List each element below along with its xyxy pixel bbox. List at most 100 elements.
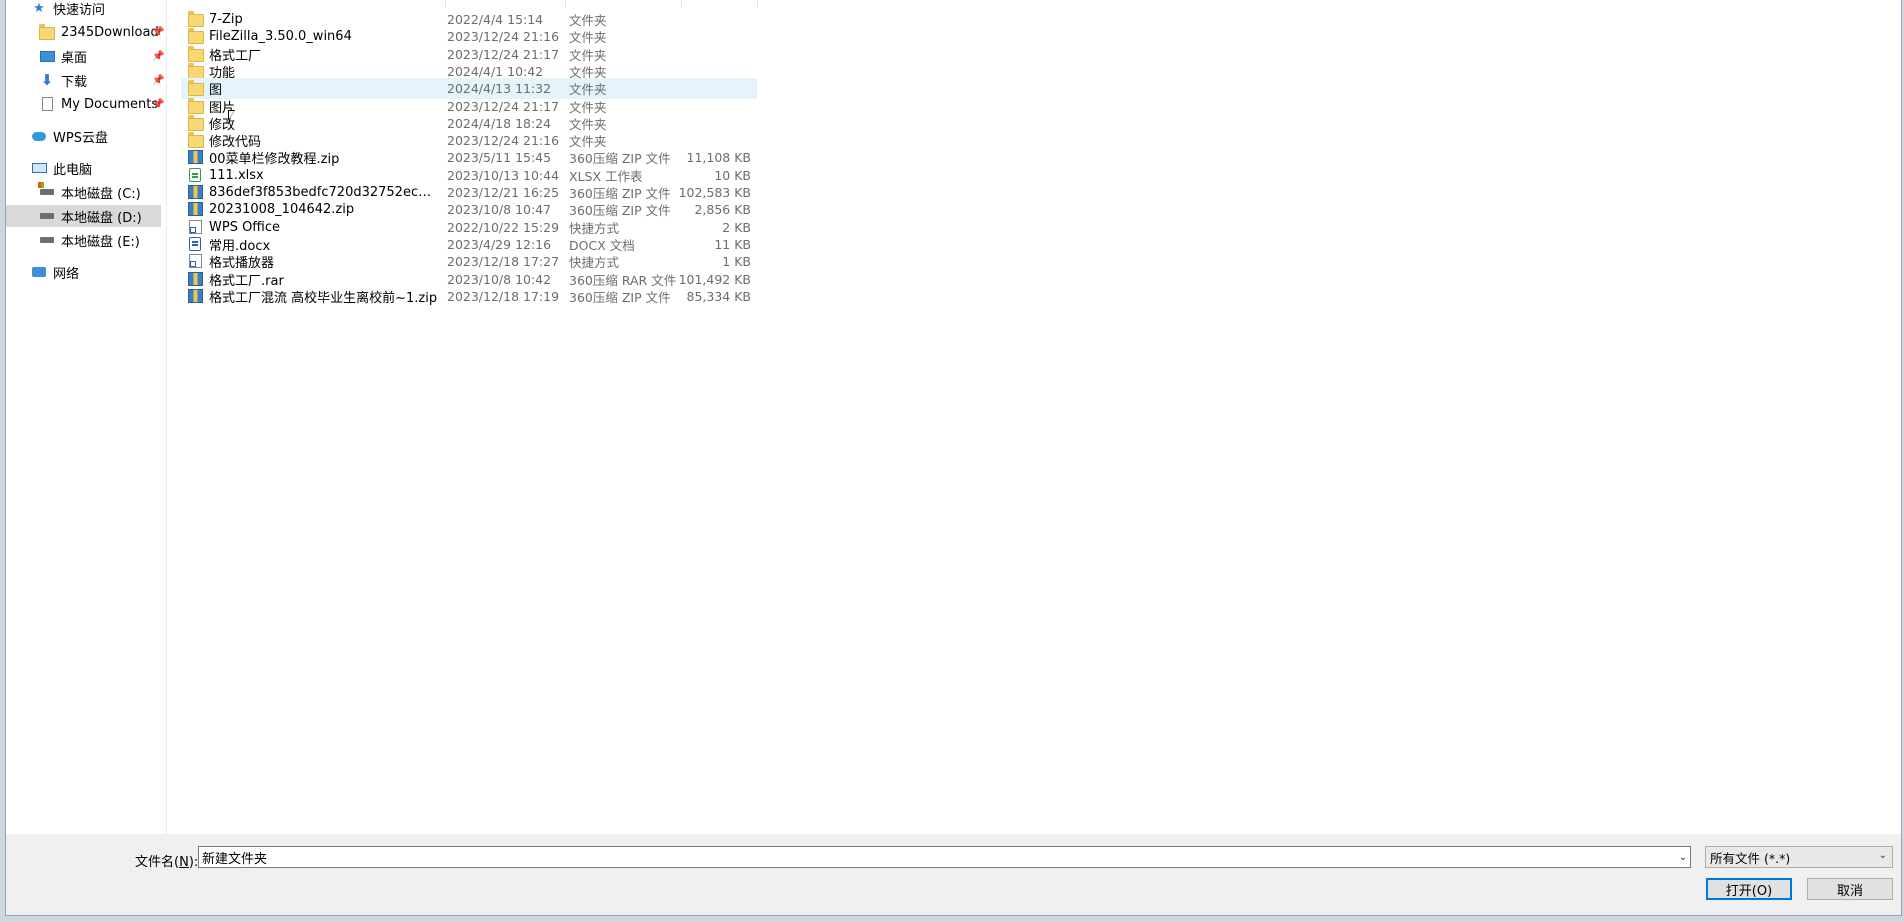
file-date: 2023/12/21 16:25 (447, 185, 560, 200)
column-separator[interactable] (681, 0, 682, 8)
nav-label: 网络 (53, 266, 80, 282)
filename-input[interactable] (198, 846, 1691, 868)
dialog-footer: 文件名(N): ⌄ 所有文件 (*.*) ⌄ 打开(O) 取消 (6, 834, 1901, 915)
file-size: 11 KB (714, 236, 751, 252)
folder-icon (188, 28, 204, 45)
file-name: 7-Zip (209, 12, 243, 27)
nav-label: 本地磁盘 (D:) (61, 210, 142, 226)
file-date: 2022/4/4 15:14 (447, 12, 544, 27)
nav-label: 下载 (61, 74, 88, 90)
shortcut-icon (188, 219, 204, 235)
nav-drive-e[interactable]: 本地磁盘 (E:) (39, 229, 166, 251)
file-date: 2023/12/24 21:16 (447, 29, 560, 45)
column-separator[interactable] (757, 0, 758, 8)
file-name: FileZilla_3.50.0_win64 (209, 29, 352, 45)
chevron-down-icon: ⌄ (1878, 850, 1887, 861)
nav-label: 桌面 (61, 50, 88, 66)
nav-label: 2345Download (61, 24, 159, 40)
file-date: 2022/10/22 15:29 (447, 219, 560, 235)
open-button[interactable]: 打开(O) (1706, 878, 1792, 900)
nav-2345download[interactable]: 2345Download 📌 (39, 21, 166, 43)
nav-label: 本地磁盘 (C:) (61, 186, 141, 202)
column-separator[interactable] (445, 0, 446, 8)
file-date: 2023/10/8 10:42 (447, 271, 552, 287)
file-name: 111.xlsx (209, 167, 264, 183)
file-name: 836def3f853bedfc720d32752ec3270... (209, 185, 439, 200)
folder-icon (188, 132, 204, 149)
archive-icon (188, 288, 204, 304)
filter-value: 所有文件 (*.*) (1710, 850, 1791, 866)
archive-icon (188, 202, 204, 217)
spreadsheet-icon (188, 167, 204, 183)
computer-icon (31, 160, 47, 176)
network-icon (31, 264, 47, 280)
navigation-pane[interactable]: ★ 快速访问 2345Download 📌 桌面 📌 ⬇ 下载 📌 My Doc… (6, 0, 166, 834)
nav-label: 此电脑 (53, 162, 93, 178)
file-date: 2023/12/24 21:16 (447, 133, 560, 149)
drive-icon (39, 232, 55, 248)
cancel-button[interactable]: 取消 (1807, 878, 1893, 900)
nav-downloads[interactable]: ⬇ 下载 📌 (39, 69, 166, 91)
nav-desktop[interactable]: 桌面 📌 (39, 45, 166, 67)
file-size: 1 KB (722, 254, 751, 270)
nav-drive-c[interactable]: 本地磁盘 (C:) (38, 181, 166, 203)
nav-drive-d[interactable]: 本地磁盘 (D:) (6, 205, 161, 227)
desktop-icon (39, 48, 55, 64)
file-open-dialog: ★ 快速访问 2345Download 📌 桌面 📌 ⬇ 下载 📌 My Doc… (5, 0, 1902, 916)
download-icon: ⬇ (40, 70, 54, 89)
file-date: 2023/12/24 21:17 (447, 46, 560, 62)
folder-icon (39, 23, 55, 40)
file-type-filter[interactable]: 所有文件 (*.*) ⌄ (1705, 846, 1893, 868)
file-name: 格式工厂混流 高校毕业生离校前~1.zip (209, 290, 438, 306)
file-date: 2024/4/1 10:42 (447, 63, 544, 79)
word-document-icon (188, 236, 204, 252)
nav-network[interactable]: 网络 (31, 261, 166, 283)
nav-wps-cloud[interactable]: WPS云盘 (31, 125, 166, 147)
file-name: WPS Office (209, 219, 281, 235)
file-size: 2 KB (722, 219, 751, 235)
chevron-down-icon[interactable]: ⌄ (1676, 848, 1690, 866)
nav-this-pc[interactable]: 此电脑 (31, 157, 166, 179)
filename-label: 文件名(N): (135, 855, 199, 870)
pin-icon: 📌 (152, 26, 165, 38)
pin-icon: 📌 (152, 74, 165, 86)
pane-divider[interactable] (166, 0, 167, 834)
nav-label: 本地磁盘 (E:) (61, 234, 140, 250)
file-name: 20231008_104642.zip (209, 202, 355, 218)
file-row[interactable]: 格式工厂混流 高校毕业生离校前~1.zip 2023/12/18 17:19 360… (181, 286, 757, 307)
folder-icon (188, 62, 204, 79)
archive-icon (188, 271, 204, 287)
column-separator[interactable] (565, 0, 566, 8)
nav-label: 快速访问 (53, 2, 106, 18)
nav-label: WPS云盘 (53, 130, 108, 146)
file-size: 85,334 KB (686, 288, 751, 304)
file-date: 2023/10/13 10:44 (447, 167, 560, 183)
file-date: 2024/4/13 11:32 (447, 81, 552, 97)
file-type: 360压缩 ZIP 文件 (569, 289, 671, 305)
file-size: 11,108 KB (686, 150, 751, 166)
folder-icon (188, 11, 204, 27)
file-date: 2023/12/18 17:19 (447, 288, 560, 304)
pin-icon: 📌 (152, 50, 165, 62)
file-date: 2023/10/8 10:47 (447, 202, 552, 218)
nav-my-documents[interactable]: My Documents 📌 (39, 93, 166, 115)
archive-icon (188, 185, 204, 200)
folder-icon (188, 80, 204, 97)
document-icon (39, 96, 55, 112)
file-date: 2023/5/11 15:45 (447, 150, 552, 166)
file-size: 102,583 KB (678, 185, 751, 200)
folder-icon (188, 45, 204, 62)
star-icon: ★ (33, 0, 45, 16)
folder-icon (188, 97, 204, 114)
file-size: 2,856 KB (694, 202, 751, 218)
nav-label: My Documents (61, 96, 159, 112)
cloud-icon (31, 128, 47, 144)
file-date: 2023/12/18 17:27 (447, 254, 560, 270)
file-date: 2024/4/18 18:24 (447, 115, 552, 131)
file-date: 2023/12/24 21:17 (447, 98, 560, 114)
file-size: 10 KB (714, 167, 751, 183)
file-date: 2023/4/29 12:16 (447, 236, 552, 252)
nav-quick-access[interactable]: ★ 快速访问 (31, 0, 166, 19)
drive-icon (38, 182, 55, 200)
drive-icon (39, 208, 55, 224)
